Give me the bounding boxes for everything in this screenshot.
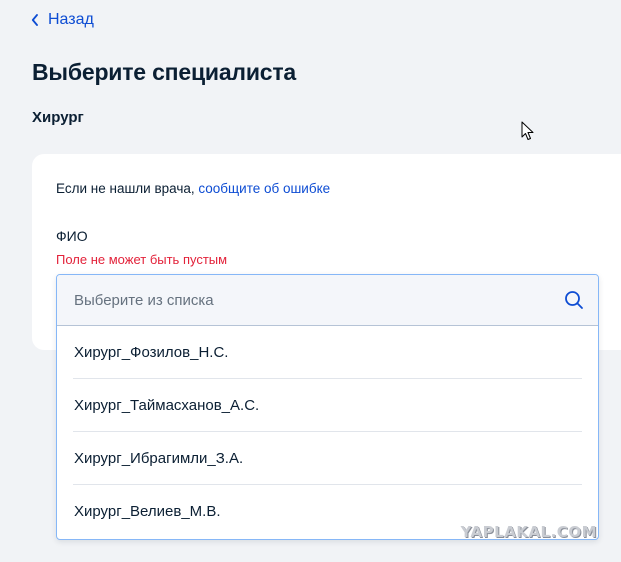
back-link[interactable]: Назад [31,11,94,29]
specialty-label: Хирург [32,109,84,126]
doctor-option[interactable]: Хирург_Таймасханов_А.С. [73,379,582,432]
doctor-combobox[interactable]: Хирург_Фозилов_Н.С. Хирург_Таймасханов_А… [56,274,599,540]
doctor-option[interactable]: Хирург_Ибрагимли_З.А. [73,432,582,485]
search-row [57,275,598,326]
page-title: Выберите специалиста [32,59,297,85]
fio-field-label: ФИО [56,228,88,244]
mouse-pointer-icon [521,121,534,140]
doctor-options-list: Хирург_Фозилов_Н.С. Хирург_Таймасханов_А… [57,326,598,537]
report-error-link[interactable]: сообщите об ошибке [198,181,330,196]
search-icon[interactable] [564,290,584,310]
chevron-left-icon [31,14,38,26]
watermark: YAPLAKAL.COM [460,523,597,541]
not-found-text: Если не нашли врача, [56,181,199,196]
not-found-notice: Если не нашли врача, сообщите об ошибке [56,181,330,196]
doctor-search-input[interactable] [57,275,537,325]
back-label: Назад [48,11,94,28]
doctor-option[interactable]: Хирург_Фозилов_Н.С. [73,326,582,379]
fio-field-error: Поле не может быть пустым [56,252,228,267]
